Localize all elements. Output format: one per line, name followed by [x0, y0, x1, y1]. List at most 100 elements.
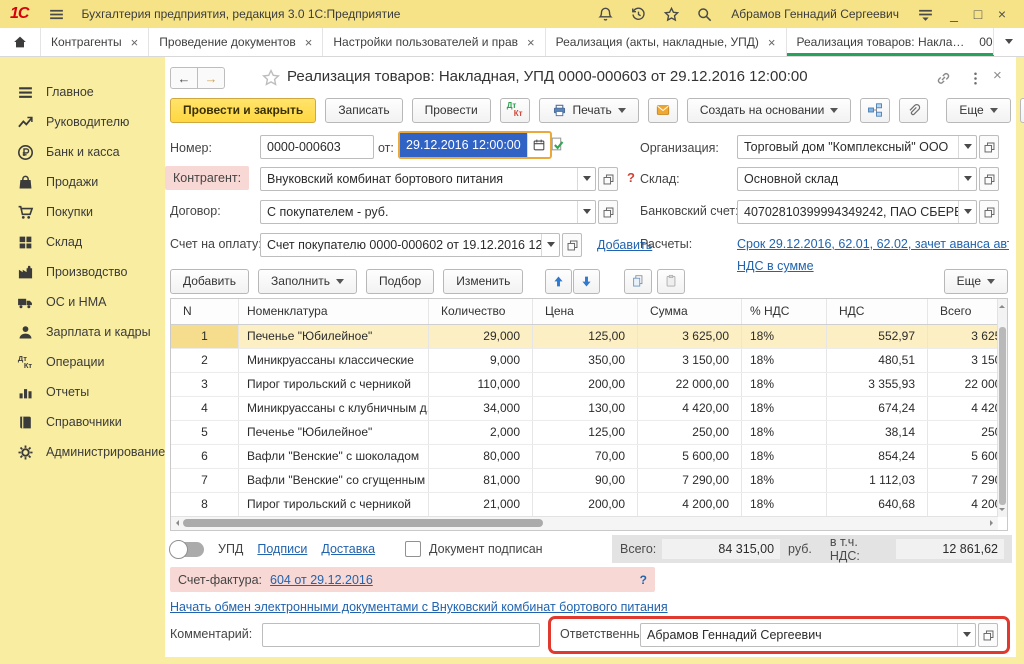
sidebar-item[interactable]: Главное [0, 78, 165, 106]
tabs-overflow-button[interactable] [993, 28, 1024, 55]
sidebar-item[interactable]: ОС и НМА [0, 288, 165, 316]
tab[interactable]: Проведение документов× [149, 28, 323, 56]
tab-close-icon[interactable]: × [527, 36, 535, 49]
tab-close-icon[interactable]: × [768, 36, 776, 49]
cell-n[interactable]: 7 [171, 469, 239, 492]
sidebar-item[interactable]: Продажи [0, 168, 165, 196]
cell-price[interactable]: 90,00 [533, 469, 638, 492]
sidebar-item[interactable]: ДтКтОперации [0, 348, 165, 376]
move-down-button[interactable] [573, 269, 600, 294]
post-button[interactable]: Провести [412, 98, 491, 123]
horizontal-scrollbar[interactable] [171, 516, 998, 530]
cell-total[interactable]: 5 600,00 [928, 445, 1008, 468]
sidebar-item[interactable]: Склад [0, 228, 165, 256]
cell-name[interactable]: Печенье "Юбилейное" [239, 421, 429, 444]
column-header[interactable]: % НДС [742, 299, 827, 324]
hamburger-menu-icon[interactable] [48, 6, 65, 23]
cell-sum[interactable]: 22 000,00 [638, 373, 742, 396]
cell-price[interactable]: 200,00 [533, 493, 638, 516]
save-button[interactable]: Записать [325, 98, 402, 123]
counterparty-field[interactable]: Внуковский комбинат бортового питания [260, 167, 618, 191]
cell-total[interactable]: 22 000,00 [928, 373, 1008, 396]
number-input[interactable]: 0000-000603 [260, 135, 374, 159]
table-row[interactable]: 1Печенье "Юбилейное"29,000125,003 625,00… [171, 325, 1008, 349]
attachments-button[interactable] [899, 98, 928, 123]
vertical-scrollbar-thumb[interactable] [999, 327, 1006, 505]
cell-vat[interactable]: 552,97 [827, 325, 928, 348]
cell-name[interactable]: Вафли "Венские" со сгущенным ... [239, 469, 429, 492]
cell-qty[interactable]: 29,000 [429, 325, 533, 348]
open-icon[interactable] [598, 167, 618, 191]
horizontal-scrollbar-thumb[interactable] [183, 519, 543, 527]
dropdown-icon[interactable] [958, 201, 976, 223]
favorites-star-icon[interactable] [663, 6, 680, 23]
cell-n[interactable]: 1 [171, 325, 239, 348]
table-row[interactable]: 4Миникруассаны с клубничным д...34,00013… [171, 397, 1008, 421]
invoice-link[interactable]: 604 от 29.12.2016 [270, 573, 373, 587]
search-icon[interactable] [696, 6, 713, 23]
table-row[interactable]: 7Вафли "Венские" со сгущенным ...81,0009… [171, 469, 1008, 493]
cell-n[interactable]: 5 [171, 421, 239, 444]
kebab-menu-icon[interactable] [967, 70, 984, 87]
cell-vat_rate[interactable]: 18% [742, 373, 827, 396]
table-row[interactable]: 2Миникруассаны классические9,000350,003 … [171, 349, 1008, 373]
column-header[interactable]: Всего [928, 299, 1008, 324]
table-row[interactable]: 5Печенье "Юбилейное"2,000125,00250,0018%… [171, 421, 1008, 445]
cell-name[interactable]: Миникруассаны с клубничным д... [239, 397, 429, 420]
cell-vat_rate[interactable]: 18% [742, 325, 827, 348]
counterparty-help[interactable]: ? [627, 170, 635, 185]
cell-qty[interactable]: 110,000 [429, 373, 533, 396]
sidebar-item[interactable]: Производство [0, 258, 165, 286]
cell-qty[interactable]: 34,000 [429, 397, 533, 420]
upd-toggle[interactable] [170, 542, 204, 557]
table-row[interactable]: 8Пирог тирольский с черникой21,000200,00… [171, 493, 1008, 517]
fill-button[interactable]: Заполнить [258, 269, 357, 294]
table-row[interactable]: 3Пирог тирольский с черникой110,000200,0… [171, 373, 1008, 397]
maximize-button[interactable]: □ [966, 6, 990, 22]
delivery-link[interactable]: Доставка [321, 542, 375, 556]
cell-vat[interactable]: 674,24 [827, 397, 928, 420]
add-row-button[interactable]: Добавить [170, 269, 249, 294]
tab[interactable]: Реализация товаров: Накладная, У...0000-… [787, 28, 994, 56]
cell-vat_rate[interactable]: 18% [742, 493, 827, 516]
close-document-button[interactable]: × [993, 67, 1010, 84]
cell-price[interactable]: 125,00 [533, 421, 638, 444]
cell-n[interactable]: 6 [171, 445, 239, 468]
column-header[interactable]: Количество [429, 299, 533, 324]
cell-vat[interactable]: 854,24 [827, 445, 928, 468]
cell-vat_rate[interactable]: 18% [742, 445, 827, 468]
open-icon[interactable] [979, 167, 999, 191]
copy-link-icon[interactable] [935, 70, 952, 87]
cell-vat[interactable]: 1 112,03 [827, 469, 928, 492]
vertical-scrollbar[interactable] [997, 299, 1007, 517]
column-header[interactable]: Цена [533, 299, 638, 324]
cell-qty[interactable]: 2,000 [429, 421, 533, 444]
cell-vat_rate[interactable]: 18% [742, 349, 827, 372]
cell-vat[interactable]: 480,51 [827, 349, 928, 372]
table-row[interactable]: 6Вафли "Венские" с шоколадом80,00070,005… [171, 445, 1008, 469]
cell-sum[interactable]: 250,00 [638, 421, 742, 444]
sidebar-item[interactable]: Банк и касса [0, 138, 165, 166]
dropdown-icon[interactable] [541, 234, 559, 256]
cell-price[interactable]: 70,00 [533, 445, 638, 468]
post-and-close-button[interactable]: Провести и закрыть [170, 98, 316, 123]
cell-vat[interactable]: 38,14 [827, 421, 928, 444]
cell-vat[interactable]: 640,68 [827, 493, 928, 516]
tab[interactable]: Реализация (акты, накладные, УПД)× [546, 28, 787, 56]
invoice-help[interactable]: ? [640, 573, 647, 587]
edit-button[interactable]: Изменить [443, 269, 523, 294]
minimize-button[interactable]: _ [942, 6, 966, 22]
open-icon[interactable] [978, 623, 998, 647]
column-header[interactable]: N [171, 299, 239, 324]
cell-n[interactable]: 8 [171, 493, 239, 516]
tab[interactable]: Контрагенты× [41, 28, 149, 56]
open-icon[interactable] [562, 233, 582, 257]
cell-name[interactable]: Вафли "Венские" с шоколадом [239, 445, 429, 468]
sidebar-item[interactable]: Покупки [0, 198, 165, 226]
cell-sum[interactable]: 5 600,00 [638, 445, 742, 468]
cell-n[interactable]: 2 [171, 349, 239, 372]
related-documents-button[interactable] [860, 98, 890, 123]
column-header[interactable]: НДС [827, 299, 928, 324]
favorite-star-icon[interactable] [261, 68, 281, 88]
cell-total[interactable]: 4 420,00 [928, 397, 1008, 420]
